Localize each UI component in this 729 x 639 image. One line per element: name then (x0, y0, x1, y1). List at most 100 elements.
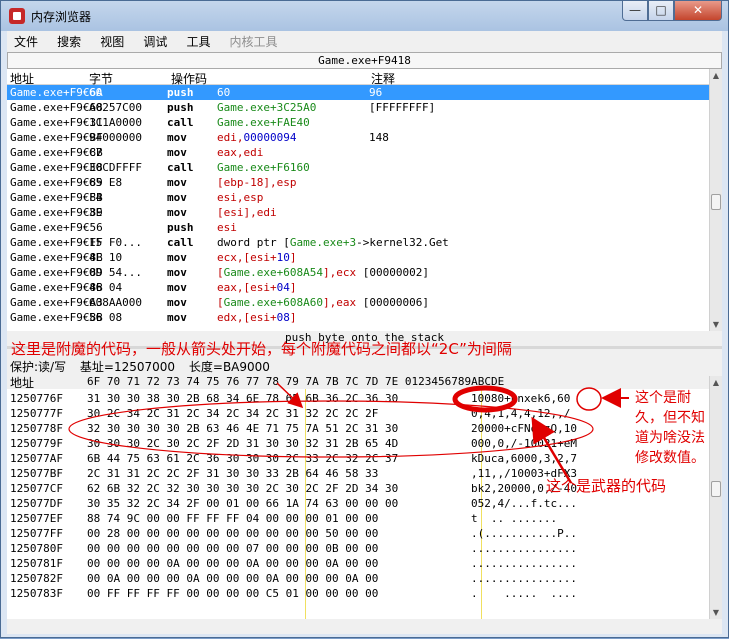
hex-row-bytes: 2C 31 31 2C 2C 2F 31 30 30 33 2B 64 46 5… (87, 467, 379, 480)
row-bytes: 15 F0... (89, 236, 142, 249)
scroll-up-arrow-icon[interactable]: ▲ (710, 376, 722, 389)
row-bytes: 30CDFFFF (89, 161, 142, 174)
row-comment: [FFFFFFFF] (369, 101, 436, 114)
row-operands: eax,edi (217, 146, 263, 159)
hex-row-bytes: 00 0A 00 00 00 0A 00 00 00 0A 00 00 00 0… (87, 572, 379, 585)
row-bytes: 65 E8 (89, 176, 123, 189)
disassembly-scrollbar[interactable]: ▲ ▼ (709, 69, 722, 331)
row-operands: esi (217, 221, 237, 234)
menu-tools[interactable]: 工具 (179, 31, 217, 52)
row-bytes: 46 04 (89, 281, 123, 294)
row-bytes: 3E (89, 206, 103, 219)
protection-label: 保护:读/写 (10, 360, 67, 374)
hex-row-bytes: 00 28 00 00 00 00 00 00 00 00 00 00 50 0… (87, 527, 379, 540)
memory-viewer-window: 内存浏览器 — □ ✕ 文件 搜索 视图 调试 工具 内核工具 Game.exe… (0, 0, 729, 638)
hex-row-address: 125077EF (10, 512, 63, 525)
annotation-enchant-note: 这里是附魔的代码，一般从箭头处开始，每个附魔代码之间都以“2C”为间隔 (11, 340, 512, 358)
disassembly-row[interactable]: Game.exe+F9€FF 15 F0... call dword ptr [Gam… (7, 235, 709, 250)
operand-part: 60 (217, 86, 231, 99)
hex-row-address: 1250778F (10, 422, 63, 435)
operand-part: edx,[esi+ (217, 311, 277, 324)
operand-part: [esi],edi (217, 206, 277, 219)
hex-row-address: 125077DF (10, 497, 63, 510)
title-bar[interactable]: 内存浏览器 — □ ✕ (1, 1, 728, 31)
row-operands: eax,[esi+04] (217, 281, 296, 294)
operand-part: ] (289, 311, 297, 324)
hex-header: 地址 6F 70 71 72 73 74 75 76 77 78 79 7A 7… (10, 374, 712, 390)
hex-scrollbar[interactable]: ▲ ▼ (709, 376, 722, 619)
menu-file[interactable]: 文件 (7, 31, 45, 52)
disassembly-row[interactable]: Game.exe+F9€A3 608AA000 mov [Game.exe+608A6… (7, 295, 709, 310)
operand-part: eax,edi (217, 146, 264, 159)
hex-row-bytes: 00 00 00 00 0A 00 00 00 0A 00 00 00 0A 0… (87, 557, 379, 570)
row-bytes: 608AA000 (89, 296, 142, 309)
disassembly-row[interactable]: Game.exe+F9€BF 94000000 mov edi,00000094 148 (7, 130, 709, 145)
row-operands: esi,esp (217, 191, 263, 204)
row-operands: dword ptr [Game.exe+3->kernel32.Get (217, 236, 449, 249)
menu-debug[interactable]: 调试 (136, 31, 174, 52)
row-operands: ecx,[esi+10] (217, 251, 296, 264)
app-icon (9, 8, 25, 24)
scroll-up-arrow-icon[interactable]: ▲ (710, 69, 722, 82)
hex-dump[interactable]: 1250776F 31 30 30 38 30 2B 68 34 6E 78 65… (7, 389, 709, 619)
disassembly-row[interactable]: Game.exe+F9€56 push esi (7, 220, 709, 235)
row-comment: 148 (369, 131, 389, 144)
disassembly-list[interactable]: Game.exe+F9€6A 60 push 60 96 Game.exe+F9€68 A0… (7, 85, 709, 331)
hex-row-ascii: 052,4/...f.tc... (471, 497, 577, 510)
operand-part: [ (217, 266, 224, 279)
row-bytes: 0D 54... (89, 266, 142, 279)
disassembly-row[interactable]: Game.exe+F9€E8 30CDFFFF call Game.exe+F6160 (7, 160, 709, 175)
operand-part: eax,[esi+ (217, 281, 277, 294)
row-opcode: mov (167, 176, 187, 189)
hex-row-ascii: ................ (471, 572, 577, 585)
row-operands: edi,00000094 (217, 131, 296, 144)
row-operands: [Game.exe+608A54],ecx [00000002] (217, 266, 429, 279)
disassembly-row[interactable]: Game.exe+F9€89 65 E8 mov [ebp-18],esp (7, 175, 709, 190)
operand-part: ],ecx (322, 266, 357, 279)
operand-part: edi, (217, 131, 244, 144)
row-operands: Game.exe+FAE40 (217, 116, 310, 129)
operand-part: Game.exe+608A54 (223, 266, 323, 279)
close-button[interactable]: ✕ (674, 1, 722, 21)
row-opcode: push (167, 221, 194, 234)
hex-row-ascii: 0,4,1,4,4,12,,/ (471, 407, 571, 420)
hex-row-ascii: ................ (471, 557, 577, 570)
disassembly-row[interactable]: Game.exe+F9€8B 56 08 mov edx,[esi+08] (7, 310, 709, 325)
row-opcode: mov (167, 191, 187, 204)
hex-row-ascii: 000,0,/-10021+eM (471, 437, 577, 450)
row-opcode: call (167, 116, 194, 129)
operand-part: Game.exe+3C25A0 (217, 101, 317, 114)
hex-row-bytes: 31 30 30 38 30 2B 68 34 6E 78 65 6B 36 2… (87, 392, 399, 405)
scroll-thumb[interactable] (711, 194, 721, 210)
menu-search[interactable]: 搜索 (50, 31, 88, 52)
scroll-down-arrow-icon[interactable]: ▼ (710, 606, 722, 619)
hex-row-ascii: kDuca,6000,3,2,7 (471, 452, 577, 465)
hex-row-address: 1250783F (10, 587, 63, 600)
disassembly-row[interactable]: Game.exe+F9€89 0D 54... mov [Game.exe+608A5… (7, 265, 709, 280)
row-opcode: mov (167, 311, 187, 324)
disassembly-row[interactable]: Game.exe+F9€8B 4E 10 mov ecx,[esi+10] (7, 250, 709, 265)
scroll-thumb[interactable] (711, 481, 721, 497)
hex-row-address: 1250776F (10, 392, 63, 405)
row-bytes: 56 08 (89, 311, 123, 324)
disassembly-row[interactable]: Game.exe+F9€6A 60 push 60 96 (7, 85, 709, 100)
disassembly-row[interactable]: Game.exe+F9€8B F4 mov esi,esp (7, 190, 709, 205)
minimize-button[interactable]: — (622, 1, 648, 21)
menu-bar: 文件 搜索 视图 调试 工具 内核工具 (7, 31, 722, 51)
hex-row-address: 125077BF (10, 467, 63, 480)
maximize-button[interactable]: □ (648, 1, 674, 21)
row-bytes: A0257C00 (89, 101, 142, 114)
disassembly-row[interactable]: Game.exe+F9€31 1C1A0000 call Game.exe+FAE40 (7, 115, 709, 130)
row-operands: 60 (217, 86, 230, 99)
annotation-durability-line4: 修改数值。 (635, 450, 705, 466)
scroll-down-arrow-icon[interactable]: ▼ (710, 318, 722, 331)
disassembly-row[interactable]: Game.exe+F9€89 3E mov [esi],edi (7, 205, 709, 220)
operand-part: ] (289, 281, 297, 294)
disassembly-row[interactable]: Game.exe+F9€8B 46 04 mov eax,[esi+04] (7, 280, 709, 295)
disassembly-row[interactable]: Game.exe+F9€68 A0257C00 push Game.exe+3C25A… (7, 100, 709, 115)
menu-view[interactable]: 视图 (93, 31, 131, 52)
base-label: 基址=12507000 (79, 360, 176, 374)
operand-part: ->kernel32.Get (356, 236, 449, 249)
disassembly-row[interactable]: Game.exe+F9€8B C7 mov eax,edi (7, 145, 709, 160)
row-opcode: mov (167, 206, 187, 219)
